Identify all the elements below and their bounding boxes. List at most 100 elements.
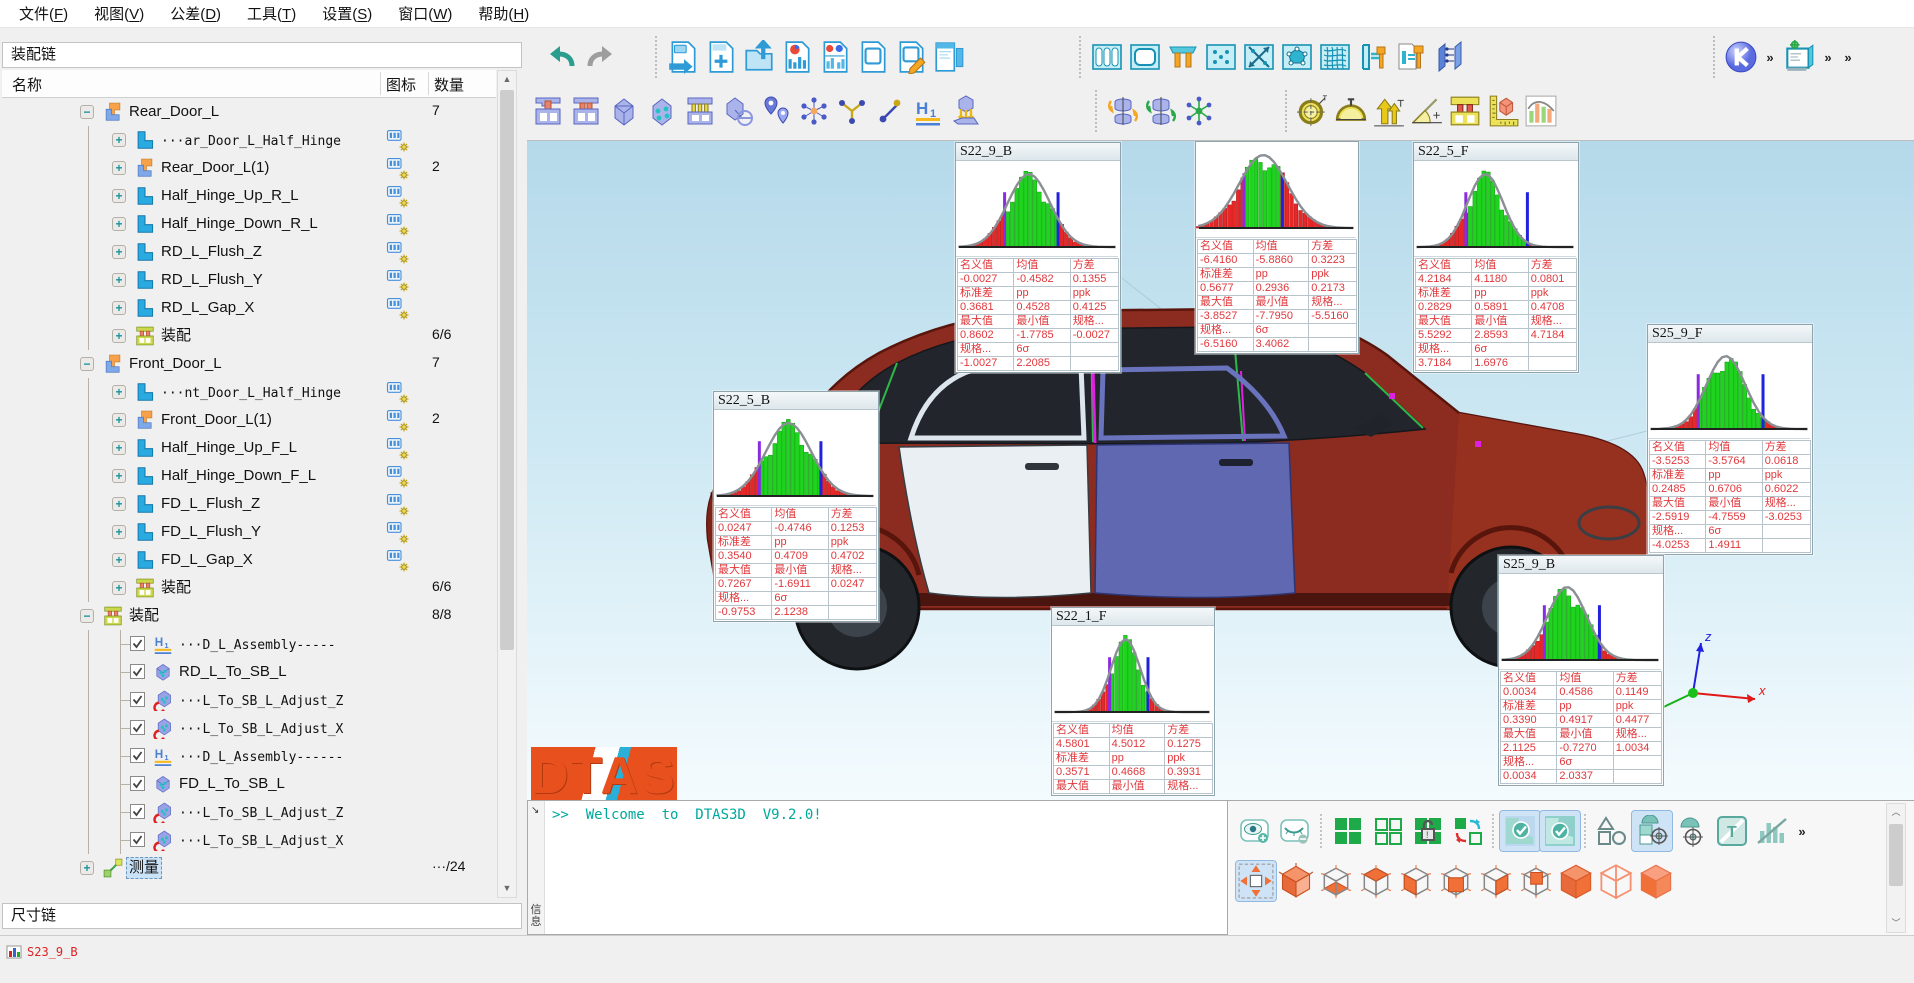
tree-row[interactable]: +装配6/6 bbox=[2, 322, 496, 350]
tree-checkbox[interactable] bbox=[130, 720, 145, 735]
tree-row[interactable]: +Half_Hinge_Down_R_L bbox=[2, 210, 496, 238]
histogram-panel-s25_9_f[interactable]: S25_9_F 名义值均值方差-3.5253-3.57640.0618标准差pp… bbox=[1647, 324, 1813, 555]
grid-gear-icon[interactable] bbox=[386, 213, 410, 241]
more-chevron[interactable]: » bbox=[1838, 50, 1858, 65]
expand-icon[interactable]: + bbox=[112, 217, 126, 231]
tree-row[interactable]: −装配8/8 bbox=[2, 602, 496, 630]
expand-icon[interactable]: + bbox=[112, 497, 126, 511]
tree-scrollbar[interactable]: ▲ ▼ bbox=[497, 70, 517, 898]
iso-cube-icon[interactable] bbox=[1276, 861, 1316, 901]
grid-gear-icon[interactable] bbox=[386, 185, 410, 213]
edit-document-icon[interactable] bbox=[892, 36, 930, 78]
histogram-panel-title[interactable]: S22_1_F bbox=[1052, 608, 1214, 626]
new-document-icon[interactable] bbox=[702, 36, 740, 78]
ruler-cube-icon[interactable] bbox=[1484, 90, 1522, 132]
column-divider[interactable] bbox=[428, 72, 429, 95]
expand-icon[interactable]: + bbox=[112, 441, 126, 455]
tree-row-label[interactable]: 装配 bbox=[158, 325, 194, 347]
panel-scrollbar[interactable]: ︿ ﹀ bbox=[1886, 803, 1906, 933]
shapes-icon[interactable] bbox=[1592, 811, 1632, 851]
tree-checkbox[interactable] bbox=[130, 748, 145, 763]
tree-row-label[interactable]: Rear_Door_L(1) bbox=[158, 157, 272, 179]
blueprint-icon[interactable] bbox=[1780, 36, 1818, 78]
tree-row-label[interactable]: RD_L_Flush_Y bbox=[158, 269, 266, 291]
move-arrows-icon[interactable] bbox=[1236, 861, 1276, 901]
grid-gear-icon[interactable] bbox=[386, 157, 410, 185]
tree-row-label[interactable]: 测量 bbox=[126, 857, 162, 879]
menu-item-3[interactable]: 工具(T) bbox=[234, 3, 309, 24]
grid-gear-icon[interactable] bbox=[386, 129, 410, 157]
ribs-icon[interactable] bbox=[1088, 36, 1126, 78]
histogram-panel-title[interactable]: S22_5_B bbox=[714, 392, 878, 410]
histogram-panel-s25_9_b[interactable]: S25_9_B 名义值均值方差0.00340.45860.1149标准差pppp… bbox=[1498, 555, 1664, 786]
scroll-down-icon[interactable]: ﹀ bbox=[1887, 915, 1905, 932]
stats-chart-icon[interactable] bbox=[1522, 90, 1560, 132]
wire-cube-icon[interactable] bbox=[1596, 861, 1636, 901]
histogram-panel-title[interactable]: S22_5_F bbox=[1414, 143, 1578, 161]
document-icon[interactable] bbox=[854, 36, 892, 78]
tree-checkbox[interactable] bbox=[130, 804, 145, 819]
expand-icon[interactable]: + bbox=[112, 273, 126, 287]
histogram-panel-s22_9_b[interactable]: S22_9_B 名义值均值方差-0.0027-0.45820.1355标准差pp… bbox=[955, 142, 1121, 373]
tree-row[interactable]: H1···D_L_Assembly------ bbox=[2, 742, 496, 770]
tree-checkbox[interactable] bbox=[130, 692, 145, 707]
viewport-3d[interactable]: z y x DTAS S22_9_B 名义值均值方差-0.0027-0.4582… bbox=[527, 141, 1914, 800]
tree-row[interactable]: +FD_L_Gap_X bbox=[2, 546, 496, 574]
tree-row[interactable]: +测量···/24 bbox=[2, 854, 496, 882]
location-pins-icon[interactable] bbox=[757, 90, 795, 132]
tree-checkbox[interactable] bbox=[130, 664, 145, 679]
histogram-panel-title[interactable]: S22_9_B bbox=[956, 143, 1120, 161]
tree-row[interactable]: −Rear_Door_L7 bbox=[2, 98, 496, 126]
grid-gear-icon[interactable] bbox=[386, 297, 410, 325]
scroll-up-icon[interactable]: ▲ bbox=[498, 71, 516, 88]
tree-row[interactable]: −Front_Door_L7 bbox=[2, 350, 496, 378]
press-a-icon[interactable] bbox=[529, 90, 567, 132]
more-chevron[interactable]: » bbox=[1792, 824, 1812, 839]
tree-row-label[interactable]: RD_L_To_SB_L bbox=[176, 661, 290, 683]
tree-row[interactable]: +FD_L_Flush_Z bbox=[2, 490, 496, 518]
mesh-icon[interactable] bbox=[1316, 36, 1354, 78]
grid-gear-icon[interactable] bbox=[386, 549, 410, 577]
polygon-plate-icon[interactable] bbox=[1278, 36, 1316, 78]
tree-row-label[interactable]: Half_Hinge_Down_F_L bbox=[158, 465, 319, 487]
link-a-icon[interactable] bbox=[833, 90, 871, 132]
tree-row-label[interactable]: Rear_Door_L bbox=[126, 101, 222, 123]
expand-icon[interactable]: + bbox=[112, 469, 126, 483]
dome-target-icon[interactable] bbox=[1672, 811, 1712, 851]
column-divider[interactable] bbox=[380, 72, 381, 95]
tree-row[interactable]: ···L_To_SB_L_Adjust_X bbox=[2, 714, 496, 742]
tree-checkbox[interactable] bbox=[130, 636, 145, 651]
tree-row[interactable]: FD_L_To_SB_L bbox=[2, 770, 496, 798]
menu-item-0[interactable]: 文件(F) bbox=[6, 3, 81, 24]
squares-filled-icon[interactable] bbox=[1328, 811, 1368, 851]
cylinder-rotate-a-icon[interactable] bbox=[1104, 90, 1142, 132]
media-k-icon[interactable] bbox=[1722, 36, 1760, 78]
expand-icon[interactable]: + bbox=[112, 413, 126, 427]
tree-scrollbar-thumb[interactable] bbox=[500, 90, 514, 650]
star-network-icon[interactable] bbox=[1180, 90, 1218, 132]
tree-row-label[interactable]: ···D_L_Assembly------ bbox=[176, 747, 346, 769]
tree-row[interactable]: +装配6/6 bbox=[2, 574, 496, 602]
message-console[interactable]: ↘ 信息 >> Welcome to DTAS3D V9.2.0! bbox=[527, 800, 1228, 935]
tree-row[interactable]: +···ar_Door_L_Half_Hinge bbox=[2, 126, 496, 154]
tree-row-label[interactable]: Front_Door_L(1) bbox=[158, 409, 275, 431]
press-yellow-icon[interactable] bbox=[1446, 90, 1484, 132]
table-pins-icon[interactable] bbox=[1164, 36, 1202, 78]
lock-square-icon[interactable]: ! bbox=[1408, 811, 1448, 851]
tree-row-label[interactable]: RD_L_Gap_X bbox=[158, 297, 257, 319]
dotted-plate-icon[interactable] bbox=[1202, 36, 1240, 78]
grid-gear-icon[interactable] bbox=[386, 409, 410, 437]
menu-item-4[interactable]: 设置(S) bbox=[309, 3, 385, 24]
expand-icon[interactable]: + bbox=[112, 245, 126, 259]
grid-gear-icon[interactable] bbox=[386, 493, 410, 521]
tree-row[interactable]: +FD_L_Flush_Y bbox=[2, 518, 496, 546]
cube-measure-icon[interactable] bbox=[719, 90, 757, 132]
grid-gear-icon[interactable] bbox=[386, 521, 410, 549]
check-view-a-icon[interactable] bbox=[1500, 811, 1540, 851]
tree-row[interactable]: ···L_To_SB_L_Adjust_Z bbox=[2, 686, 496, 714]
expand-icon[interactable]: + bbox=[112, 329, 126, 343]
clamp-hammer-icon[interactable] bbox=[1354, 36, 1392, 78]
histogram-panel-s22_1_f[interactable]: S22_1_F 名义值均值方差4.58014.50120.1275标准差pppp… bbox=[1051, 607, 1215, 796]
tree-row-label[interactable]: FD_L_To_SB_L bbox=[176, 773, 288, 795]
menu-item-1[interactable]: 视图(V) bbox=[81, 3, 157, 24]
